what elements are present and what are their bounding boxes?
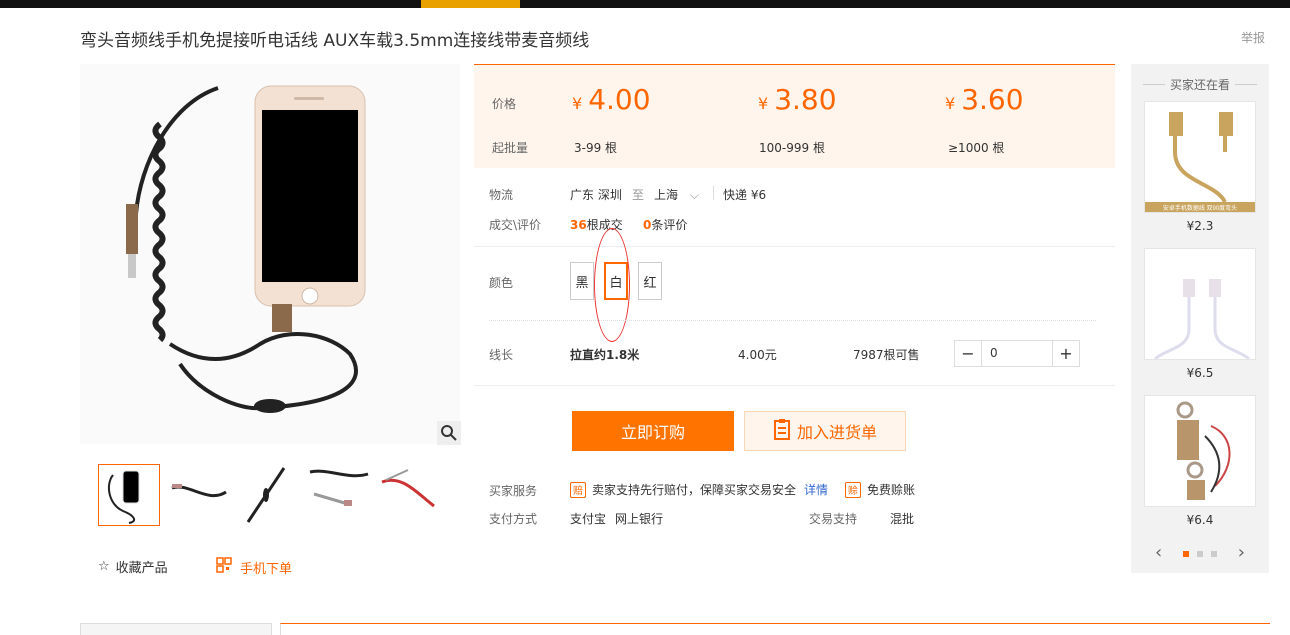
pager-dot[interactable] [1197,550,1203,557]
star-icon: ☆ [98,559,110,574]
favorite-label: 收藏产品 [115,561,168,576]
spec-label: 线长 [489,348,514,362]
also-viewed-item-3[interactable]: ¥6.4 [1144,395,1256,527]
also-viewed-image-3[interactable] [1144,395,1256,507]
details-link[interactable]: 详情 [804,481,828,498]
pager-dot-active[interactable] [1183,550,1189,557]
also-viewed-caption-1: 安卓手机数据线 双90度弯头 [1163,204,1237,212]
payment-alipay: 支付宝 [570,512,607,526]
quantity-input[interactable]: 0 [981,341,1053,366]
quantity-stepper: − 0 + [954,340,1080,367]
dotted-divider [489,320,1096,321]
free-credit-text: 免费赊账 [867,483,916,497]
pager-dot[interactable] [1211,550,1217,557]
chevron-left-icon[interactable]: ‹ [1155,542,1162,563]
min-qty-label: 起批量 [492,141,529,155]
also-viewed-image-1[interactable]: 安卓手机数据线 双90度弯头 [1144,101,1256,213]
report-link[interactable]: 举报 [1241,29,1265,46]
guarantee-service: 赔 卖家支持先行赔付，保障买家交易安全 详情 [570,481,828,498]
price-value: 3.80 [774,83,837,116]
chevron-down-icon: ⌵ [689,188,699,202]
express-fee: 快递 ¥6 [723,188,767,202]
currency-symbol: ¥ [572,94,583,113]
spec-name: 拉直约1.8米 [570,348,640,362]
color-option-red[interactable]: 红 [638,262,662,300]
color-label: 颜色 [489,276,514,290]
decrease-button[interactable]: − [955,341,981,366]
price-value: 3.60 [961,83,1024,116]
mobile-order-label: 手机下单 [240,561,293,577]
mobile-order-button[interactable]: 手机下单 [216,557,292,577]
also-viewed-title: 买家还在看 [1131,76,1269,93]
spec-price: 4.00元 [738,348,777,362]
main-product-image[interactable] [80,64,460,444]
buyer-service-label: 买家服务 [489,484,538,498]
price-value: 4.00 [588,83,651,116]
product-title: 弯头音频线手机免提接听电话线 AUX车载3.5mm连接线带麦音频线 [80,31,590,51]
deals-label: 成交\评价 [489,218,542,232]
ship-to-word: 至 [632,188,645,202]
sold-count: 36 [570,218,587,232]
thumbnail-5[interactable] [378,464,440,526]
favorite-button[interactable]: ☆ 收藏产品 [98,557,168,576]
price-tier-1: ¥4.00 [572,83,651,116]
qty-tier-1: 3-99 根 [574,141,618,155]
ship-to-select[interactable]: 上海 ⌵ [654,186,699,203]
guarantee-text: 卖家支持先行赔付，保障买家交易安全 [592,483,797,497]
thumbnail-4[interactable] [308,464,370,526]
trade-support-value: 混批 [890,512,915,526]
add-to-cart-button[interactable]: 加入进货单 [744,411,906,451]
currency-symbol: ¥ [758,94,769,113]
carousel-pager: ‹ › [1155,542,1245,563]
top-nav-active[interactable] [421,0,520,8]
also-viewed-price-3: ¥6.4 [1186,513,1214,527]
credit-icon: 赊 [845,481,861,498]
price-label: 价格 [492,97,517,111]
also-viewed-item-1[interactable]: 安卓手机数据线 双90度弯头 ¥2.3 [1144,101,1256,233]
review-count[interactable]: 0条评价 [643,216,687,233]
add-to-cart-label: 加入进货单 [796,423,877,442]
bottom-content-bar [280,623,1270,635]
red-annotation-ellipse [594,228,630,342]
chevron-right-icon[interactable]: › [1238,542,1245,563]
price-tier-3: ¥3.60 [945,83,1024,116]
also-viewed-price-2: ¥6.5 [1186,366,1214,380]
currency-symbol: ¥ [945,94,956,113]
pager-dots [1179,546,1221,560]
clipboard-icon [773,418,791,444]
price-panel: 价格 起批量 ¥4.00 3-99 根 ¥3.80 100-999 根 ¥3.6… [474,64,1115,168]
qty-tier-3: ≥1000 根 [948,141,1005,155]
payment-label: 支付方式 [489,512,538,526]
qty-tier-2: 100-999 根 [759,141,825,155]
divider [474,246,1115,247]
thumbnail-1[interactable] [98,464,160,526]
guarantee-icon: 赔 [570,481,586,498]
thumbnail-3[interactable] [238,464,300,526]
top-nav-bar [0,0,1290,8]
spec-stock: 7987根可售 [853,348,920,362]
thumbnail-2[interactable] [168,464,230,526]
also-viewed-image-2[interactable] [1144,248,1256,361]
zoom-icon[interactable] [437,421,461,445]
price-tier-2: ¥3.80 [758,83,837,116]
divider [474,385,1115,386]
also-viewed-item-2[interactable]: ¥6.5 [1144,248,1256,380]
increase-button[interactable]: + [1053,341,1079,366]
ship-to-value: 上海 [654,188,679,202]
review-text: 条评价 [651,218,688,232]
also-viewed-panel: 买家还在看 安卓手机数据线 双90度弯头 ¥2.3 ¥6.5 ¥6.4 ‹ › [1131,64,1269,573]
payment-bank: 网上银行 [615,512,664,526]
qrcode-icon [216,557,232,577]
trade-support-label: 交易支持 [809,512,858,526]
color-option-black[interactable]: 黑 [570,262,594,300]
also-viewed-price-1: ¥2.3 [1186,219,1214,233]
order-now-button[interactable]: 立即订购 [572,411,734,451]
logistics-label: 物流 [489,188,514,202]
free-credit-service[interactable]: 赊 免费赊账 [845,481,915,498]
ship-from: 广东 深圳 [570,188,622,202]
separator [713,186,714,200]
bottom-side-tab [80,623,272,635]
